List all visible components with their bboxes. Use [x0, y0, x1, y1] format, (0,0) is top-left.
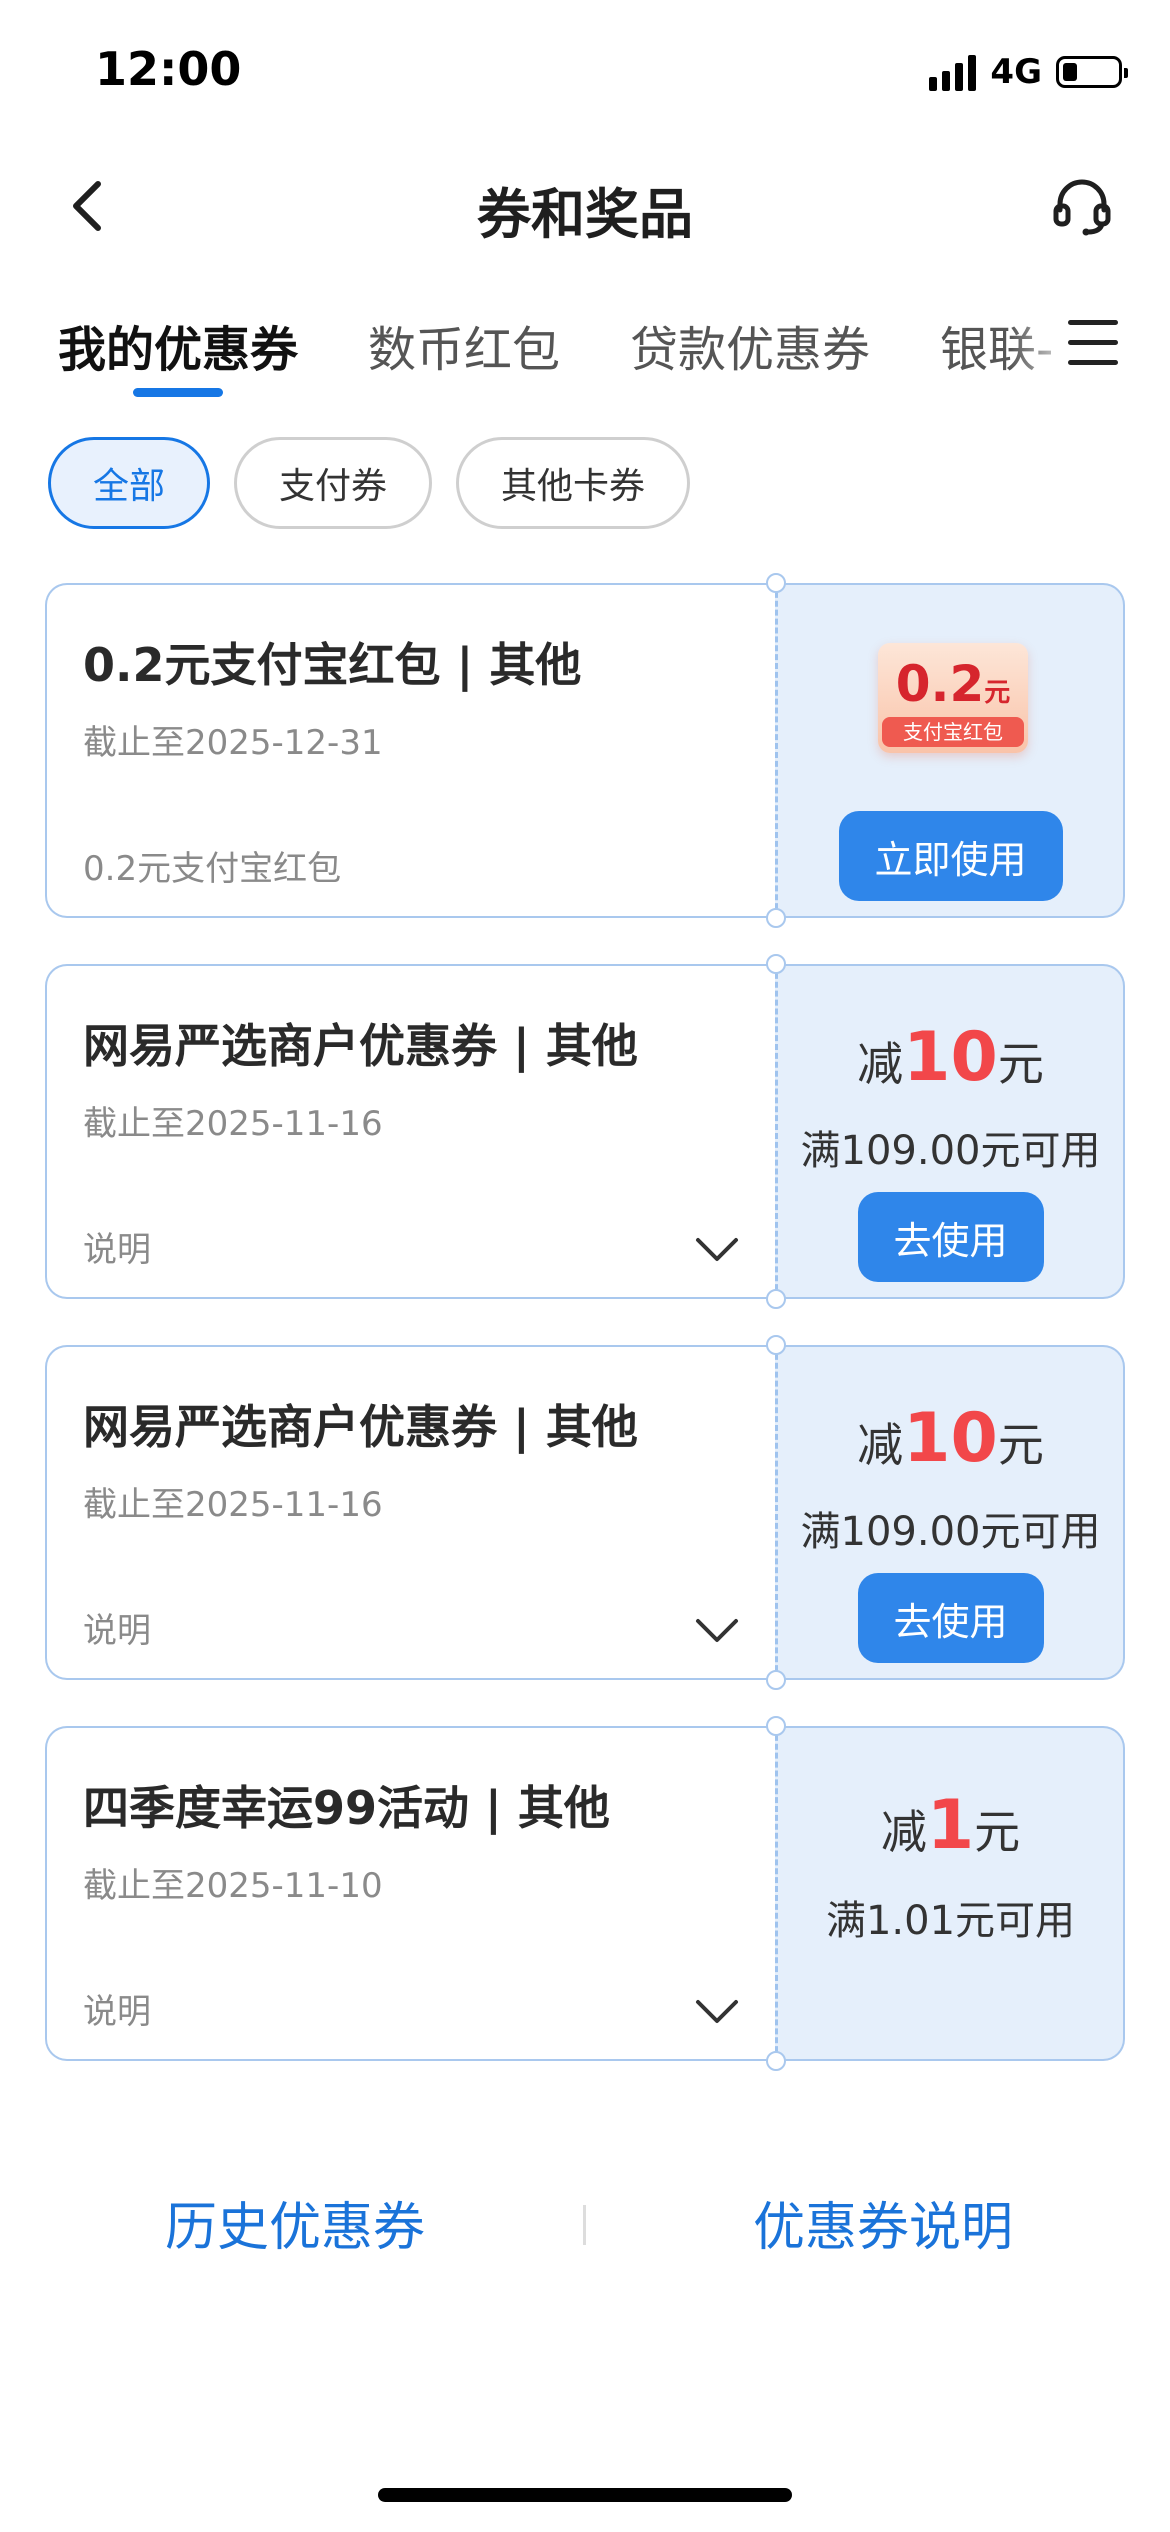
discount-prefix: 减 [880, 1805, 927, 1859]
ticket-notch [766, 954, 786, 974]
coupon-expiry: 截止至2025-11-10 [83, 1866, 383, 1906]
customer-service-button[interactable] [1050, 174, 1114, 238]
chevron-down-icon[interactable] [695, 1997, 739, 2027]
discount-unit: 元 [997, 1418, 1044, 1472]
redpacket-amount-unit: 元 [984, 678, 1011, 708]
redpacket-amount-value: 0.2 [895, 655, 985, 713]
filter-chip-other-cards[interactable]: 其他卡券 [456, 437, 691, 529]
use-button[interactable]: 去使用 [857, 1573, 1044, 1663]
ticket-notch [766, 908, 786, 928]
ticket-notch [766, 1670, 786, 1690]
coupon-action-area: 减1元 满1.01元可用 [775, 1726, 1125, 2061]
history-coupons-link[interactable]: 历史优惠券 [165, 2185, 425, 2260]
coupon-rules-link[interactable]: 优惠券说明 [753, 2185, 1013, 2260]
coupon-info: 网易严选商户优惠券 | 其他 截止至2025-11-16 说明 [45, 1345, 775, 1680]
coupon-condition: 满1.01元可用 [825, 1898, 1076, 1944]
discount-value: 1 [926, 1786, 975, 1865]
discount-value: 10 [903, 1399, 998, 1478]
filter-chips: 全部 支付券 其他卡券 [48, 437, 691, 529]
coupon-description: 说明 [83, 1992, 151, 2032]
menu-icon-line [1068, 360, 1118, 365]
coupon-card: 四季度幸运99活动 | 其他 截止至2025-11-10 说明 减1元 满1.0… [45, 1716, 1125, 2071]
ticket-notch [766, 1335, 786, 1355]
use-button[interactable]: 去使用 [857, 1192, 1044, 1282]
chevron-down-icon[interactable] [695, 1616, 739, 1646]
footer-links: 历史优惠券 优惠券说明 [0, 2175, 1170, 2265]
coupon-info: 0.2元支付宝红包 | 其他 截止至2025-12-31 0.2元支付宝红包 [45, 583, 775, 918]
coupon-card: 网易严选商户优惠券 | 其他 截止至2025-11-16 说明 减10元 满10… [45, 1335, 1125, 1690]
tab-loan-coupons[interactable]: 贷款优惠券 [630, 310, 870, 380]
coupon-discount: 减10元 [778, 1399, 1123, 1478]
coupon-discount: 减1元 [778, 1786, 1123, 1865]
coupon-expiry: 截止至2025-11-16 [83, 1104, 383, 1144]
coupon-info: 四季度幸运99活动 | 其他 截止至2025-11-10 说明 [45, 1726, 775, 2061]
coupon-action-area: 减10元 满109.00元可用 去使用 [775, 964, 1125, 1299]
coupons-and-prizes-screen: 12:00 4G 券和奖品 我的优惠券 数币红包 贷款优惠券 银联- 全部 支付… [0, 0, 1170, 2532]
discount-unit: 元 [997, 1037, 1044, 1091]
headset-icon [1053, 179, 1111, 236]
chevron-down-icon[interactable] [695, 1235, 739, 1265]
network-label: 4G [990, 52, 1042, 92]
coupon-condition: 满109.00元可用 [800, 1128, 1101, 1174]
coupon-condition: 满109.00元可用 [800, 1509, 1101, 1555]
coupon-discount: 减10元 [778, 1018, 1123, 1097]
tab-my-coupons[interactable]: 我的优惠券 [58, 310, 298, 380]
discount-unit: 元 [974, 1805, 1021, 1859]
coupon-title: 四季度幸运99活动 | 其他 [83, 1781, 610, 1835]
tab-menu-button[interactable] [1068, 320, 1118, 374]
coupon-description: 0.2元支付宝红包 [83, 849, 342, 889]
coupon-title: 网易严选商户优惠券 | 其他 [83, 1400, 638, 1454]
coupon-expiry: 截止至2025-12-31 [83, 723, 383, 763]
ticket-notch [766, 2051, 786, 2071]
ticket-notch [766, 1716, 786, 1736]
tab-bar: 我的优惠券 数币红包 贷款优惠券 银联- [0, 300, 1170, 410]
ticket-notch [766, 1289, 786, 1309]
redpacket-amount: 0.2元 [878, 655, 1028, 713]
ticket-notch [766, 573, 786, 593]
status-indicators: 4G [929, 52, 1128, 92]
coupon-action-area: 减10元 满109.00元可用 去使用 [775, 1345, 1125, 1680]
menu-icon-line [1068, 320, 1118, 325]
page-title: 券和奖品 [477, 183, 693, 246]
redpacket-label: 支付宝红包 [882, 717, 1024, 747]
status-bar: 12:00 4G [0, 0, 1170, 140]
nav-header: 券和奖品 [0, 150, 1170, 260]
coupon-card: 0.2元支付宝红包 | 其他 截止至2025-12-31 0.2元支付宝红包 0… [45, 573, 1125, 928]
signal-icon [929, 53, 977, 91]
active-tab-indicator [133, 388, 223, 397]
filter-chip-payment[interactable]: 支付券 [234, 437, 433, 529]
footer-divider [583, 2205, 586, 2245]
coupon-card: 网易严选商户优惠券 | 其他 截止至2025-11-16 说明 减10元 满10… [45, 954, 1125, 1309]
alipay-redpacket-badge: 0.2元 支付宝红包 [878, 643, 1028, 753]
status-time: 12:00 [95, 42, 242, 96]
discount-prefix: 减 [857, 1037, 904, 1091]
tab-digital-currency-redpacket[interactable]: 数币红包 [368, 310, 560, 380]
discount-value: 10 [903, 1018, 998, 1097]
coupon-description: 说明 [83, 1611, 151, 1651]
home-indicator[interactable] [378, 2488, 792, 2502]
discount-prefix: 减 [857, 1418, 904, 1472]
coupon-info: 网易严选商户优惠券 | 其他 截止至2025-11-16 说明 [45, 964, 775, 1299]
battery-icon [1056, 56, 1128, 88]
coupon-title: 网易严选商户优惠券 | 其他 [83, 1019, 638, 1073]
use-now-button[interactable]: 立即使用 [838, 811, 1063, 901]
menu-icon-line [1068, 340, 1118, 345]
coupon-expiry: 截止至2025-11-16 [83, 1485, 383, 1525]
filter-chip-all[interactable]: 全部 [48, 437, 211, 529]
coupon-description: 说明 [83, 1230, 151, 1270]
coupon-title: 0.2元支付宝红包 | 其他 [83, 638, 582, 692]
coupon-action-area: 0.2元 支付宝红包 立即使用 [775, 583, 1125, 918]
